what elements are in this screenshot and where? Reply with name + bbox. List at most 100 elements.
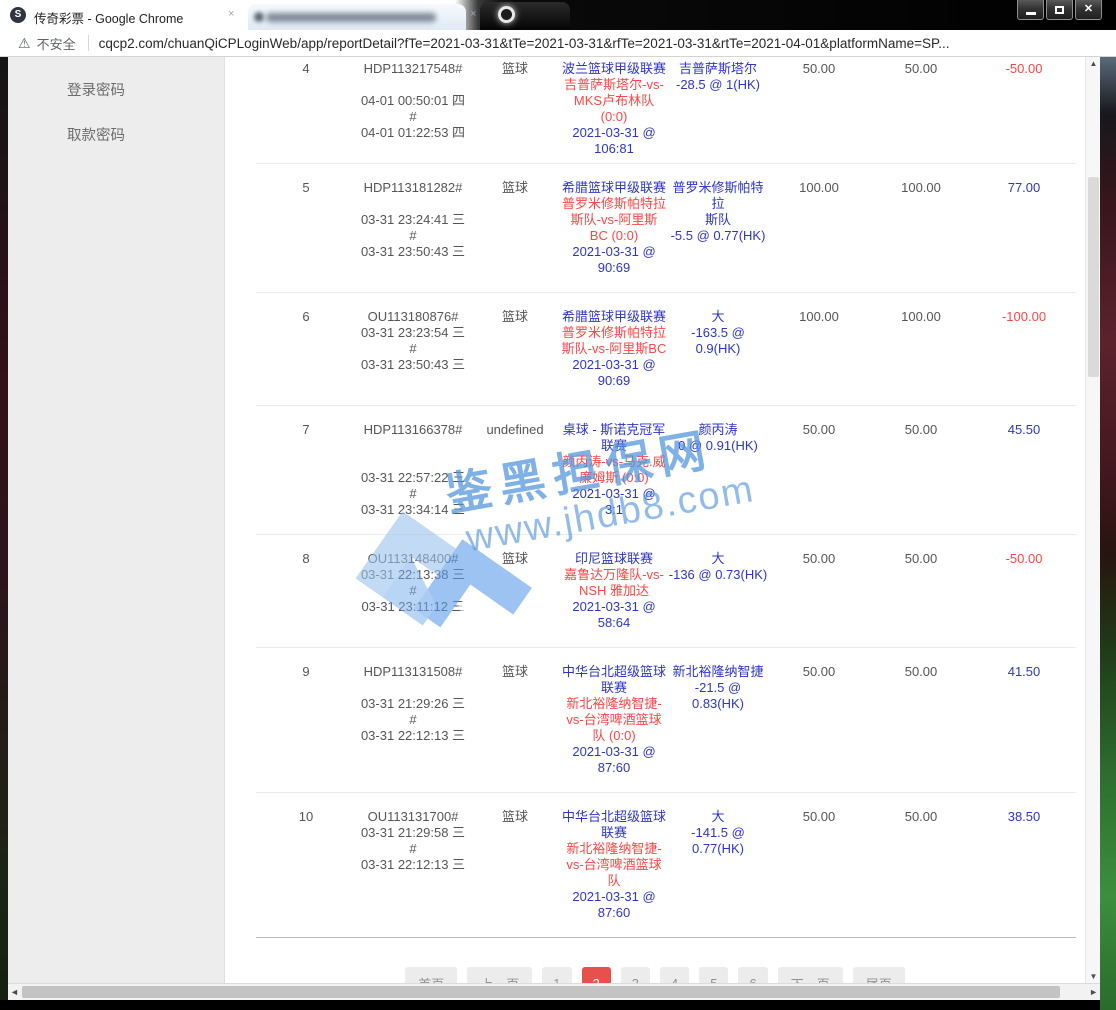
match-line: 中华台北超级篮球 [560,809,668,825]
page-6-button[interactable]: 6 [738,967,767,983]
match-line: vs-台湾啤酒篮球 [560,712,668,728]
row-match-info[interactable]: 桌球 - 斯诺克冠军联赛颜丙涛-vs-马克.威廉姆斯 (0:0)2021-03-… [560,422,668,518]
order-id-line: 03-31 23:34:14 三 [356,502,470,518]
order-id-line: 03-31 23:50:43 三 [356,357,470,373]
scroll-right-icon[interactable]: ► [1089,987,1098,997]
page-3-button[interactable]: 3 [621,967,650,983]
tab-favicon-icon [254,12,264,22]
row-bet-info[interactable]: 大-136 @ 0.73(HK) [668,551,768,631]
sidebar-item-withdraw-password[interactable]: 取款密码 [8,112,224,157]
tab-close-icon[interactable]: × [470,8,476,20]
row-match-info[interactable]: 中华台北超级篮球联赛新北裕隆纳智捷-vs-台湾啤酒篮球队 (0:0)2021-0… [560,664,668,776]
order-id-line: 03-31 23:24:41 三 [356,212,470,228]
scroll-left-icon[interactable]: ◄ [10,987,19,997]
row-order-id-and-times: OU113180876#03-31 23:23:54 三#03-31 23:50… [356,309,470,389]
order-id-line: # [356,109,470,125]
order-id-line [356,196,470,212]
tab-close-icon[interactable]: × [228,8,234,20]
row-result: -50.00 [972,551,1076,631]
minimize-button[interactable] [1017,0,1044,20]
row-match-info[interactable]: 波兰篮球甲级联赛吉普萨斯塔尔-vs-MKS卢布林队 (0:0)2021-03-3… [560,61,668,157]
row-match-info[interactable]: 希腊篮球甲级联赛普罗米修斯帕特拉斯队-vs-阿里斯BC2021-03-31 @9… [560,309,668,389]
page-1-button[interactable]: 1 [542,967,571,983]
row-order-id-and-times: HDP113131508# 03-31 21:29:26 三#03-31 22:… [356,664,470,776]
row-order-id-and-times: HDP113181282# 03-31 23:24:41 三#03-31 23:… [356,180,470,276]
bet-line: 大 [668,309,768,325]
page-4-button[interactable]: 4 [660,967,689,983]
row-result: -50.00 [972,61,1076,157]
window-frame-left [0,57,8,1000]
url-bar[interactable]: ⚠ 不安全 cqcp2.com/chuanQiCPLoginWeb/app/re… [0,30,1116,57]
order-id-line: HDP113217548# [356,61,470,77]
window-frame-right [1100,57,1116,1010]
bet-line: -163.5 @ 0.9(HK) [668,325,768,357]
close-button[interactable]: ✕ [1075,0,1102,20]
row-match-info[interactable]: 希腊篮球甲级联赛普罗米修斯帕特拉斯队-vs-阿里斯BC (0:0)2021-03… [560,180,668,276]
match-line: 106:81 [560,141,668,157]
order-id-line [356,438,470,454]
security-warning-icon[interactable]: ⚠ [18,36,31,50]
row-match-info[interactable]: 印尼篮球联赛嘉鲁达万隆队-vs-NSH 雅加达2021-03-31 @58:64 [560,551,668,631]
browser-tab-blurred[interactable] [248,4,466,30]
row-bet-info[interactable]: 新北裕隆纳智捷-21.5 @ 0.83(HK) [668,664,768,776]
match-line: 斯队-vs-阿里斯 [560,212,668,228]
next-page-button[interactable]: 下一页 [778,967,843,983]
row-valid-amount: 100.00 [870,180,972,276]
row-bet-info[interactable]: 吉普萨斯塔尔-28.5 @ 1(HK) [668,61,768,157]
bet-line: -136 @ 0.73(HK) [668,567,768,583]
first-page-button[interactable]: 首页 [405,967,457,983]
match-line: 联赛 [560,825,668,841]
row-bet-info[interactable]: 大-141.5 @0.77(HK) [668,809,768,921]
close-icon: ✕ [1084,4,1093,15]
row-sport: 篮球 [470,309,560,389]
row-valid-amount: 100.00 [870,309,972,389]
page-2-button[interactable]: 2 [582,967,611,983]
url-text[interactable]: cqcp2.com/chuanQiCPLoginWeb/app/reportDe… [99,36,950,51]
security-label[interactable]: 不安全 [37,34,76,53]
scroll-down-icon[interactable]: ▼ [1086,972,1101,981]
order-id-line: 04-01 01:22:53 四 [356,125,470,141]
horizontal-scrollbar[interactable]: ◄ ► [8,983,1100,1000]
match-line: 2021-03-31 @ [560,889,668,905]
browser-tab-dark[interactable] [480,2,570,30]
last-page-button[interactable]: 尾页 [853,967,905,983]
row-sport: 篮球 [470,664,560,776]
prev-page-button[interactable]: 上一页 [467,967,532,983]
scroll-up-icon[interactable]: ▲ [1086,59,1101,68]
order-id-line: # [356,486,470,502]
row-sport: 篮球 [470,809,560,921]
row-match-info[interactable]: 中华台北超级篮球联赛新北裕隆纳智捷-vs-台湾啤酒篮球队2021-03-31 @… [560,809,668,921]
match-line: 波兰篮球甲级联赛 [560,61,668,77]
match-line: 中华台北超级篮球 [560,664,668,680]
match-line: 普罗米修斯帕特拉 [560,196,668,212]
order-id-line: 03-31 21:29:26 三 [356,696,470,712]
match-line: 颜丙涛-vs-马克.威 [560,454,668,470]
row-valid-amount: 50.00 [870,809,972,921]
vertical-scrollbar[interactable]: ▲ ▼ [1085,57,1100,983]
maximize-button[interactable] [1046,0,1073,20]
match-line: 87:60 [560,905,668,921]
maximize-icon [1055,6,1064,14]
bet-line: 颜丙涛 [668,422,768,438]
order-id-line: HDP113166378# [356,422,470,438]
row-bet-info[interactable]: 颜丙涛0 @ 0.91(HK) [668,422,768,518]
match-line: 廉姆斯 (0:0) [560,470,668,486]
sidebar-item-login-password[interactable]: 登录密码 [8,67,224,112]
order-id-line: 03-31 22:13:38 三 [356,567,470,583]
match-line: 队 (0:0) [560,728,668,744]
row-result: 45.50 [972,422,1076,518]
row-seq: 9 [256,664,356,776]
bet-line: 吉普萨斯塔尔 [668,61,768,77]
row-seq: 10 [256,809,356,921]
page-5-button[interactable]: 5 [699,967,728,983]
row-valid-amount: 50.00 [870,664,972,776]
row-bet-info[interactable]: 普罗米修斯帕特拉斯队-5.5 @ 0.77(HK) [668,180,768,276]
match-line: 斯队-vs-阿里斯BC [560,341,668,357]
vertical-scrollbar-thumb[interactable] [1088,177,1099,377]
order-id-line: 03-31 22:57:22 三 [356,470,470,486]
row-sport: 篮球 [470,61,560,157]
row-amount: 50.00 [768,61,870,157]
match-line: 印尼篮球联赛 [560,551,668,567]
row-bet-info[interactable]: 大-163.5 @ 0.9(HK) [668,309,768,389]
horizontal-scrollbar-thumb[interactable] [22,986,1060,998]
